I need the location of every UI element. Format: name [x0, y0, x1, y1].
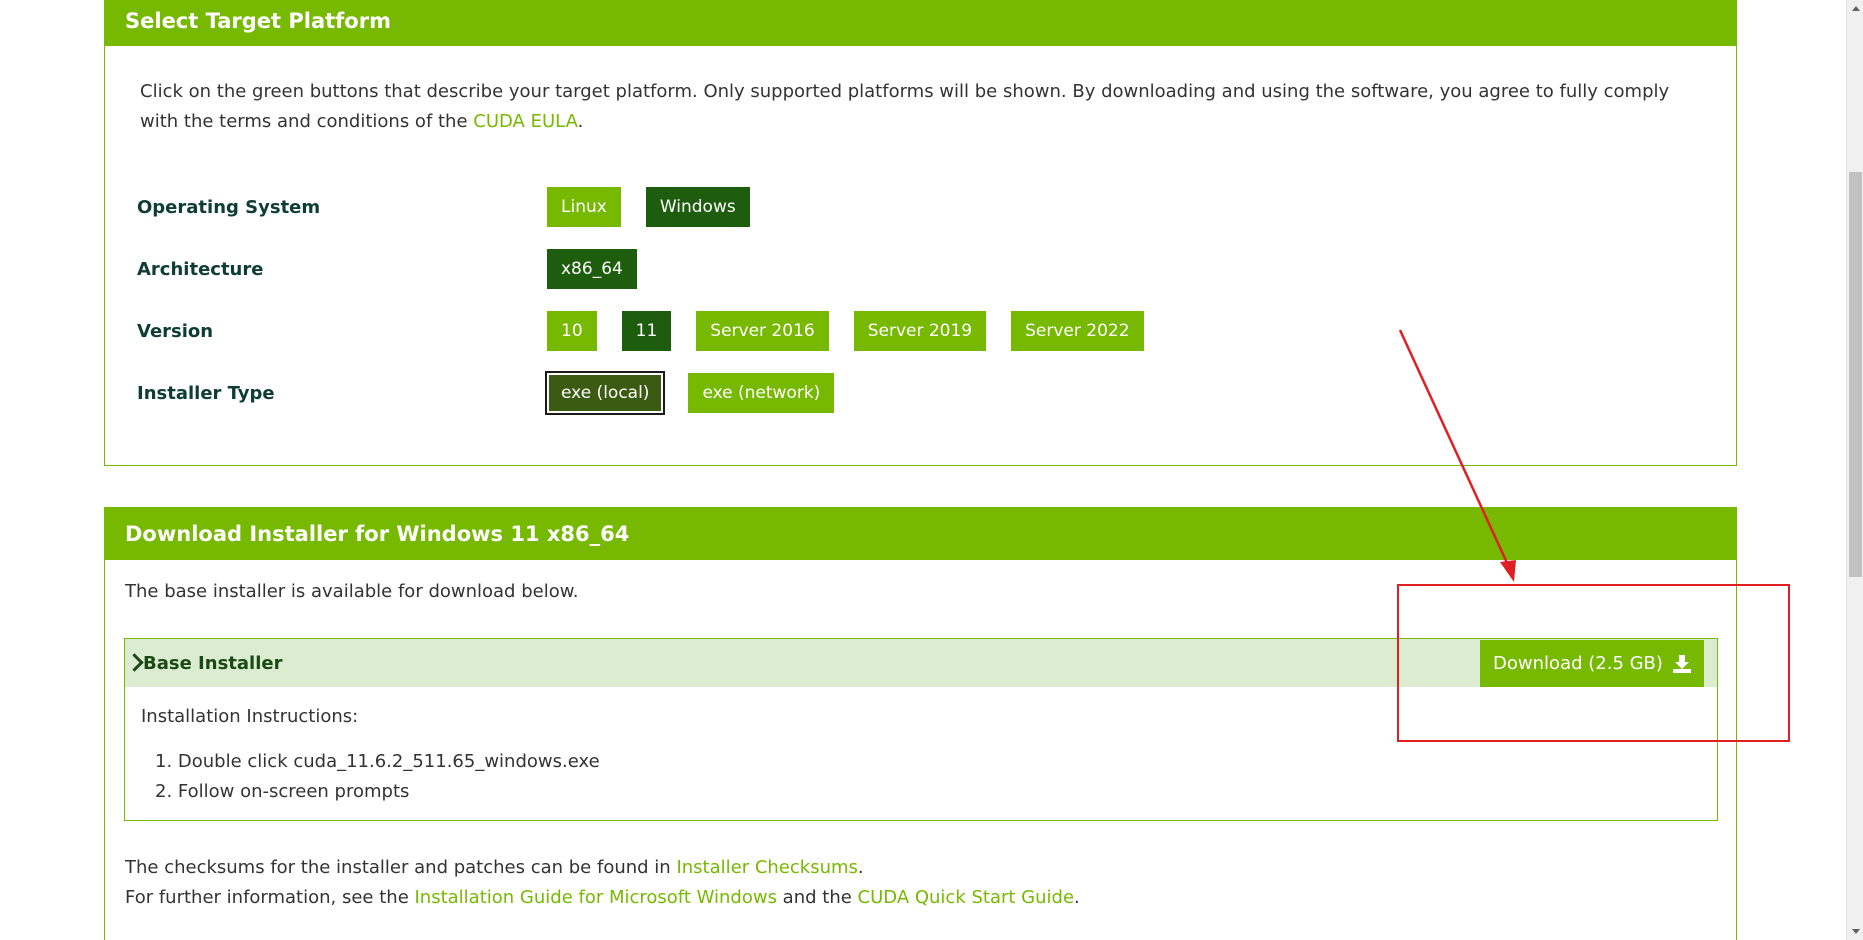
- options-installer-type: exe (local) exe (network): [544, 371, 859, 415]
- cuda-eula-link[interactable]: CUDA EULA: [473, 111, 577, 132]
- download-installer-panel: Download Installer for Windows 11 x86_64…: [104, 507, 1737, 940]
- footer-info: The checksums for the installer and patc…: [125, 853, 1080, 913]
- label-version: Version: [137, 320, 214, 342]
- select-target-platform-panel: Select Target Platform Click on the gree…: [104, 0, 1737, 466]
- base-installer-section: Base Installer Download (2.5 GB) Install…: [124, 638, 1718, 821]
- option-windows[interactable]: Windows: [645, 187, 750, 227]
- chevron-right-icon: [127, 653, 143, 673]
- scroll-down-arrow-icon[interactable]: [1847, 923, 1863, 940]
- base-installer-header[interactable]: Base Installer Download (2.5 GB): [125, 639, 1717, 687]
- option-version-10[interactable]: 10: [547, 311, 597, 351]
- option-server-2016[interactable]: Server 2016: [696, 311, 829, 351]
- option-x86-64[interactable]: x86_64: [547, 249, 637, 289]
- installer-checksums-link[interactable]: Installer Checksums: [676, 857, 857, 878]
- option-server-2019[interactable]: Server 2019: [853, 311, 987, 351]
- label-architecture: Architecture: [137, 258, 264, 280]
- further-info-mid: and the: [776, 887, 858, 908]
- option-linux[interactable]: Linux: [547, 187, 621, 227]
- cuda-quick-start-guide-link[interactable]: CUDA Quick Start Guide: [858, 887, 1075, 908]
- row-version: Version 10 11 Server 2016 Server 2019 Se…: [137, 311, 1169, 351]
- installation-guide-windows-link[interactable]: Installation Guide for Microsoft Windows: [415, 887, 777, 908]
- further-info-end: .: [1074, 887, 1080, 908]
- row-architecture: Architecture x86_64: [137, 249, 662, 289]
- further-info-text: For further information, see the: [125, 887, 415, 908]
- label-installer-type: Installer Type: [137, 382, 275, 404]
- checksums-text: The checksums for the installer and patc…: [125, 857, 677, 878]
- panel-header-target: Select Target Platform: [105, 0, 1736, 46]
- scrollbar-thumb[interactable]: [1849, 172, 1862, 577]
- installation-step: 1. Double click cuda_11.6.2_511.65_windo…: [155, 751, 600, 772]
- page-viewport: Select Target Platform Click on the gree…: [0, 0, 1846, 940]
- intro-text: Click on the green buttons that describe…: [140, 77, 1710, 137]
- option-exe-local[interactable]: exe (local): [544, 371, 666, 415]
- row-operating-system: Operating System Linux Windows: [137, 187, 775, 227]
- installation-steps: 1. Double click cuda_11.6.2_511.65_windo…: [155, 747, 600, 807]
- vertical-scrollbar[interactable]: [1846, 0, 1863, 940]
- download-icon: [1672, 654, 1691, 673]
- base-installer-note: The base installer is available for down…: [125, 581, 579, 602]
- row-installer-type: Installer Type exe (local) exe (network): [137, 371, 859, 415]
- panel-header-download: Download Installer for Windows 11 x86_64: [105, 508, 1736, 560]
- option-exe-network[interactable]: exe (network): [688, 373, 835, 413]
- intro-text-end: .: [577, 111, 584, 132]
- options-operating-system: Linux Windows: [547, 187, 775, 227]
- label-operating-system: Operating System: [137, 196, 321, 218]
- option-server-2022[interactable]: Server 2022: [1011, 311, 1144, 351]
- checksums-end: .: [857, 857, 864, 878]
- checksums-line: The checksums for the installer and patc…: [125, 853, 1080, 883]
- download-button-label: Download (2.5 GB): [1493, 653, 1663, 674]
- options-version: 10 11 Server 2016 Server 2019 Server 202…: [547, 311, 1169, 351]
- installation-step: 2. Follow on-screen prompts: [155, 781, 410, 802]
- option-version-11[interactable]: 11: [621, 311, 672, 351]
- options-architecture: x86_64: [547, 249, 662, 289]
- scroll-up-arrow-icon[interactable]: [1847, 0, 1863, 17]
- download-button[interactable]: Download (2.5 GB): [1480, 640, 1704, 687]
- intro-text-part: Click on the green buttons that describe…: [140, 81, 1670, 132]
- installation-instructions-title: Installation Instructions:: [141, 706, 359, 727]
- further-info-line: For further information, see the Install…: [125, 883, 1080, 913]
- base-installer-title: Base Installer: [143, 652, 283, 674]
